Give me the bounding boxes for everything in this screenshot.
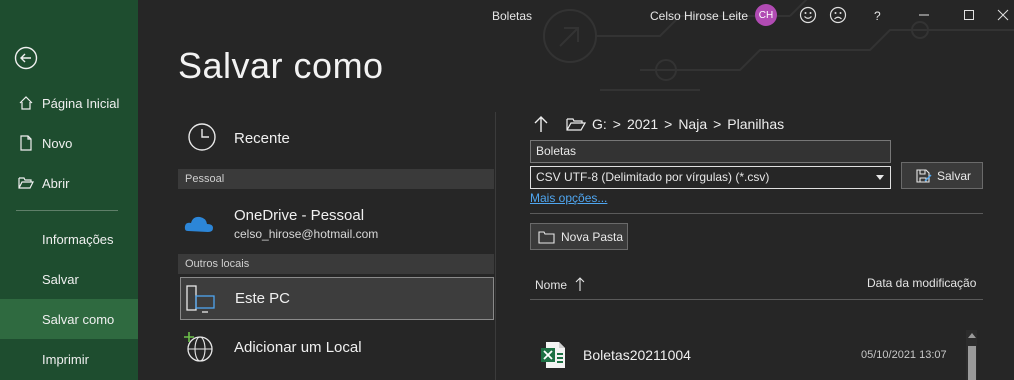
frown-feedback-icon[interactable] [829,6,847,24]
sidebar-item-label: Informações [42,231,114,247]
file-type-value: CSV UTF-8 (Delimitado por vírgulas) (*.c… [536,170,770,184]
breadcrumb-separator: > [664,116,673,132]
sidebar-item-label: Salvar [42,271,79,287]
sidebar-item-open[interactable]: Abrir [0,163,138,203]
smile-feedback-icon[interactable] [799,6,817,24]
sidebar-item-label: Imprimir [42,351,89,367]
onedrive-cloud-icon [184,216,213,232]
breadcrumb-segment[interactable]: 2021 [627,116,658,132]
user-name[interactable]: Celso Hirose Leite [650,9,748,23]
save-button-label: Salvar [937,168,972,183]
file-name: Boletas20211004 [583,347,691,363]
location-this-pc-label: Este PC [235,290,291,307]
backstage-sidebar: Página Inicial Novo Abrir Informações Sa… [0,0,138,380]
file-modified-date: 05/10/2021 13:07 [861,349,947,361]
add-location-globe-icon [184,332,213,362]
sidebar-item-label: Abrir [42,175,70,191]
folder-icon [566,118,586,131]
breadcrumb-segment[interactable]: Naja [678,116,707,132]
maximize-icon[interactable] [960,6,978,24]
background-pattern [543,0,1014,91]
breadcrumb-separator: > [713,116,722,132]
section-personal: Pessoal [178,169,494,189]
column-header-modified[interactable]: Data da modificação [867,276,976,290]
new-folder-button[interactable]: Nova Pasta [530,223,628,250]
open-folder-icon [18,177,34,189]
home-icon [19,96,33,110]
breadcrumb-separator: > [612,116,621,132]
header-divider [530,299,983,300]
location-this-pc[interactable]: Este PC [180,277,494,320]
excel-file-icon [541,342,565,368]
onedrive-email: celso_hirose@hotmail.com [234,227,379,241]
filename-input[interactable]: Boletas [530,140,891,163]
divider [530,213,983,214]
sidebar-divider [16,210,118,211]
file-type-select[interactable]: CSV UTF-8 (Delimitado por vírgulas) (*.c… [530,166,891,189]
sidebar-item-new[interactable]: Novo [0,123,138,163]
close-icon[interactable] [994,6,1012,24]
document-title: Boletas [492,9,533,23]
save-button[interactable]: Salvar [901,162,983,189]
file-row[interactable]: Boletas20211004 05/10/2021 13:07 [530,336,960,376]
back-arrow-icon[interactable] [14,46,38,70]
sidebar-item-print[interactable]: Imprimir [0,339,138,379]
new-document-icon [20,135,32,151]
column-header-name[interactable]: Nome [535,276,585,292]
location-recent[interactable]: Recente [180,120,494,156]
more-options-link[interactable]: Mais opções... [530,191,607,205]
column-header-name-label: Nome [535,278,568,292]
location-recent-label: Recente [234,129,290,147]
location-add-place-label: Adicionar um Local [234,338,362,356]
location-onedrive[interactable]: OneDrive - Pessoal celso_hirose@hotmail.… [180,202,494,246]
sidebar-item-label: Página Inicial [42,95,120,111]
new-folder-label: Nova Pasta [561,229,624,244]
app-window: Página Inicial Novo Abrir Informações Sa… [0,0,1014,380]
minimize-icon[interactable] [915,6,933,24]
sidebar-item-save[interactable]: Salvar [0,259,138,299]
page-title: Salvar como [178,45,384,86]
scroll-up-arrow-icon[interactable] [968,333,976,338]
onedrive-title: OneDrive - Pessoal [234,207,365,224]
save-disk-icon [916,168,932,183]
breadcrumb: G: > 2021 > Naja > Planilhas [532,114,784,134]
scrollbar-thumb[interactable] [968,346,976,380]
column-divider [495,112,496,380]
sidebar-item-save-as[interactable]: Salvar como [0,299,138,339]
clock-icon [188,123,216,151]
sidebar-item-home[interactable]: Página Inicial [0,83,138,123]
sidebar-item-label: Novo [42,135,73,151]
sidebar-item-info[interactable]: Informações [0,219,138,259]
sidebar-item-label: Salvar como [42,311,115,327]
section-other-locations: Outros locais [178,254,494,274]
up-folder-arrow-icon[interactable] [532,114,550,134]
new-folder-icon [538,230,555,244]
help-button[interactable]: ? [874,9,881,23]
chevron-down-icon [876,175,884,180]
sort-ascending-arrow-icon [575,277,585,291]
computer-icon [186,284,215,313]
breadcrumb-segment[interactable]: Planilhas [727,116,784,132]
avatar[interactable]: CH [755,4,777,26]
avatar-initials: CH [758,9,774,21]
location-add-place[interactable]: Adicionar um Local [180,329,494,365]
breadcrumb-segment[interactable]: G: [592,116,607,132]
